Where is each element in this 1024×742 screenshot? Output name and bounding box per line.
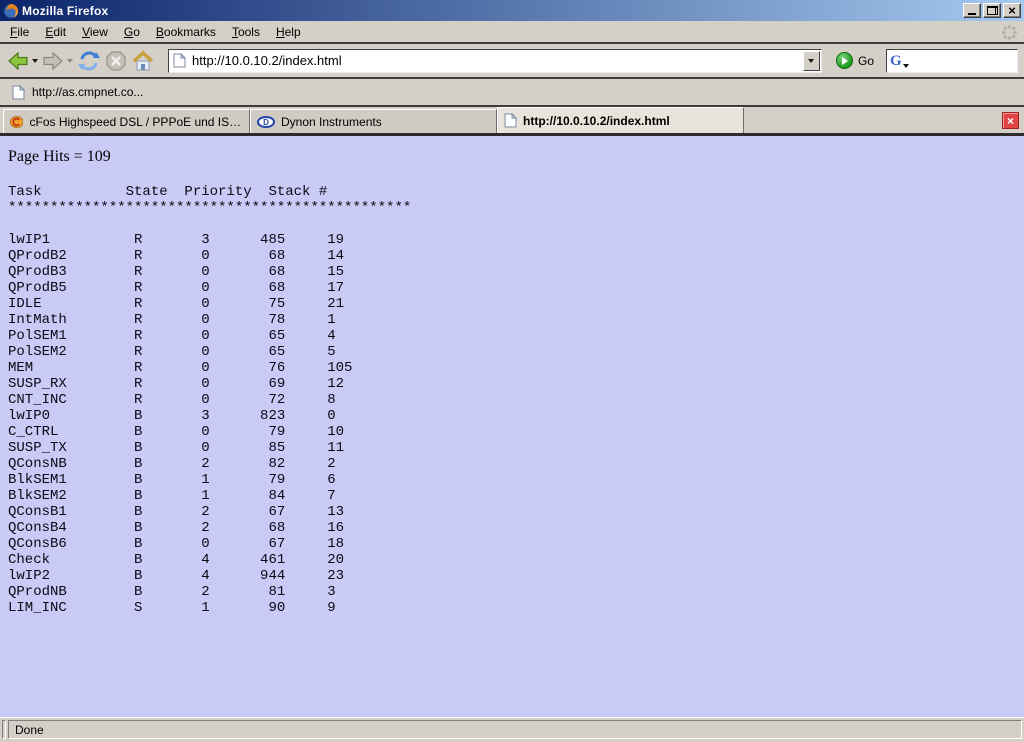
go-button[interactable]: [836, 52, 853, 69]
reload-icon: [77, 50, 101, 72]
page-content: Page Hits = 109 Task State Priority Stac…: [0, 136, 1024, 717]
back-button[interactable]: [6, 49, 39, 73]
home-icon: [131, 50, 155, 72]
task-table: Task State Priority Stack # ************…: [8, 184, 1024, 616]
status-panel: Done: [8, 720, 1022, 739]
minimize-icon: [968, 13, 976, 15]
menu-tools[interactable]: Tools: [224, 22, 268, 42]
search-input[interactable]: [886, 49, 1018, 73]
menu-go[interactable]: Go: [116, 22, 148, 42]
firefox-window: Mozilla Firefox File Edit View Go Bookma…: [0, 0, 1024, 742]
bookmarks-toolbar: http://as.cmpnet.co...: [0, 79, 1024, 107]
close-icon: [1008, 5, 1016, 16]
page-icon: [173, 53, 186, 68]
window-title: Mozilla Firefox: [22, 4, 963, 18]
status-bar: Done: [0, 717, 1024, 742]
close-tab-button[interactable]: [1002, 112, 1019, 129]
tab-label: http://10.0.10.2/index.html: [523, 114, 670, 128]
cfos-logo-icon: [10, 115, 23, 129]
close-window-button[interactable]: [1003, 3, 1021, 18]
bookmark-item[interactable]: http://as.cmpnet.co...: [8, 83, 147, 102]
back-dropdown-icon: [32, 59, 38, 63]
stop-icon: [105, 50, 127, 72]
url-input[interactable]: http://10.0.10.2/index.html: [192, 53, 803, 68]
menu-edit[interactable]: Edit: [37, 22, 74, 42]
menu-bookmarks[interactable]: Bookmarks: [148, 22, 224, 42]
throbber-icon: [1000, 23, 1018, 41]
navigation-toolbar: http://10.0.10.2/index.html Go: [0, 44, 1024, 79]
title-bar[interactable]: Mozilla Firefox: [0, 0, 1024, 21]
home-button[interactable]: [130, 48, 156, 74]
page-icon: [12, 85, 25, 100]
tab-index-html[interactable]: http://10.0.10.2/index.html: [497, 107, 744, 133]
dynon-logo-icon: D: [257, 116, 275, 128]
url-bar[interactable]: http://10.0.10.2/index.html: [168, 49, 822, 73]
back-icon: [7, 51, 29, 71]
bookmark-label: http://as.cmpnet.co...: [32, 85, 143, 99]
firefox-icon: [3, 3, 19, 19]
google-search-icon[interactable]: [890, 54, 909, 68]
tab-dynon[interactable]: D Dynon Instruments: [250, 109, 497, 133]
minimize-button[interactable]: [963, 3, 981, 18]
svg-text:D: D: [263, 118, 269, 127]
menu-file[interactable]: File: [2, 22, 37, 42]
restore-icon: [987, 6, 998, 15]
page-icon: [504, 113, 517, 128]
go-play-icon: [842, 57, 848, 65]
menu-view[interactable]: View: [74, 22, 116, 42]
menu-help[interactable]: Help: [268, 22, 309, 42]
page-hits-text: Page Hits = 109: [8, 148, 1024, 166]
forward-button[interactable]: [41, 49, 74, 73]
forward-icon: [42, 51, 64, 71]
tab-cfos[interactable]: cFos Highspeed DSL / PPPoE und ISDN CAP.…: [3, 109, 250, 133]
reload-button[interactable]: [76, 48, 102, 74]
menu-bar: File Edit View Go Bookmarks Tools Help: [0, 21, 1024, 44]
url-dropdown-button[interactable]: [803, 51, 820, 71]
chevron-down-icon: [808, 59, 814, 63]
stop-button[interactable]: [104, 48, 128, 74]
tab-bar: cFos Highspeed DSL / PPPoE und ISDN CAP.…: [0, 107, 1024, 136]
tab-label: Dynon Instruments: [281, 115, 382, 129]
forward-dropdown-icon: [67, 59, 73, 63]
status-text: Done: [15, 723, 44, 737]
restore-button[interactable]: [983, 3, 1001, 18]
window-controls: [963, 3, 1021, 18]
statusbar-grip: [2, 720, 6, 739]
go-label[interactable]: Go: [858, 54, 874, 68]
tab-label: cFos Highspeed DSL / PPPoE und ISDN CAP.…: [29, 115, 243, 129]
